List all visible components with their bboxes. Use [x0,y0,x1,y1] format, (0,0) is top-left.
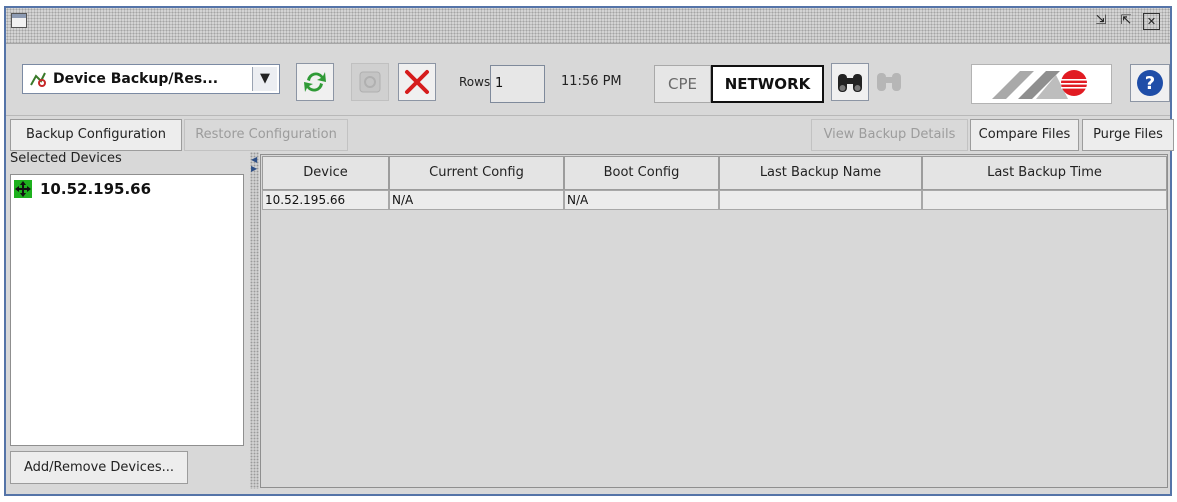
add-remove-devices-button[interactable]: Add/Remove Devices... [10,451,188,484]
help-button[interactable]: ? [1130,64,1170,102]
backup-configuration-button[interactable]: Backup Configuration [10,119,182,151]
module-select[interactable]: Device Backup/Res... ▼ [22,64,280,94]
cell-device: 10.52.195.66 [262,190,389,210]
maximize-window-icon[interactable]: ⇱ [1116,12,1136,30]
stop-icon [359,71,381,93]
compare-files-button[interactable]: Compare Files [970,119,1079,151]
network-toggle[interactable]: NETWORK [711,65,824,103]
binoculars-icon [838,74,862,92]
column-header-last-backup-name[interactable]: Last Backup Name [719,156,922,190]
selected-devices-panel: Selected Devices 10.52.195.66 Add/Remove… [10,151,247,491]
cell-boot-config: N/A [564,190,719,210]
vendor-logo [971,64,1112,104]
splitter-collapse-icon[interactable]: ◀ ▶ [251,155,257,173]
selected-devices-list[interactable]: 10.52.195.66 [10,174,244,446]
view-backup-details-button[interactable]: View Backup Details [811,119,968,151]
cell-current-config: N/A [389,190,564,210]
cell-last-backup-time [922,190,1167,210]
delete-x-icon [405,70,429,94]
window-menu-icon[interactable] [11,13,27,28]
column-header-last-backup-time[interactable]: Last Backup Time [922,156,1167,190]
selected-devices-title: Selected Devices [10,151,122,166]
refresh-icon [304,72,326,92]
chevron-down-icon[interactable]: ▼ [252,67,277,91]
restore-window-icon[interactable]: ⇲ [1091,12,1111,30]
device-move-icon [14,180,32,198]
rows-input[interactable]: 1 [490,65,545,103]
stop-button[interactable] [351,63,389,101]
main-toolbar: Device Backup/Res... ▼ Rows 1 11:56 PM C… [6,44,1170,116]
svg-text:?: ? [1145,73,1155,94]
column-header-device[interactable]: Device [262,156,389,190]
column-header-current-config[interactable]: Current Config [389,156,564,190]
vendor-logo-icon [992,70,1087,99]
title-bar[interactable]: ⇲ ⇱ ✕ [6,8,1170,44]
action-toolbar: Backup Configuration Restore Configurati… [6,115,1174,155]
clock-time: 11:56 PM [561,74,622,89]
delete-button[interactable] [398,63,436,101]
close-window-icon[interactable]: ✕ [1143,13,1160,30]
find-next-button[interactable] [871,63,909,101]
network-tool-icon [29,70,47,88]
find-button[interactable] [831,63,869,101]
column-header-boot-config[interactable]: Boot Config [564,156,719,190]
help-icon: ? [1137,70,1163,96]
module-select-value: Device Backup/Res... [53,71,219,87]
binoculars-disabled-icon [877,73,901,91]
backup-table: Device Current Config Boot Config Last B… [260,154,1168,488]
rows-label: Rows [459,75,491,89]
panel-splitter[interactable] [250,152,259,489]
purge-files-button[interactable]: Purge Files [1082,119,1174,151]
restore-configuration-button[interactable]: Restore Configuration [184,119,348,151]
refresh-button[interactable] [296,63,334,101]
cell-last-backup-name [719,190,922,210]
device-name: 10.52.195.66 [40,180,152,198]
cpe-toggle[interactable]: CPE [654,65,711,103]
